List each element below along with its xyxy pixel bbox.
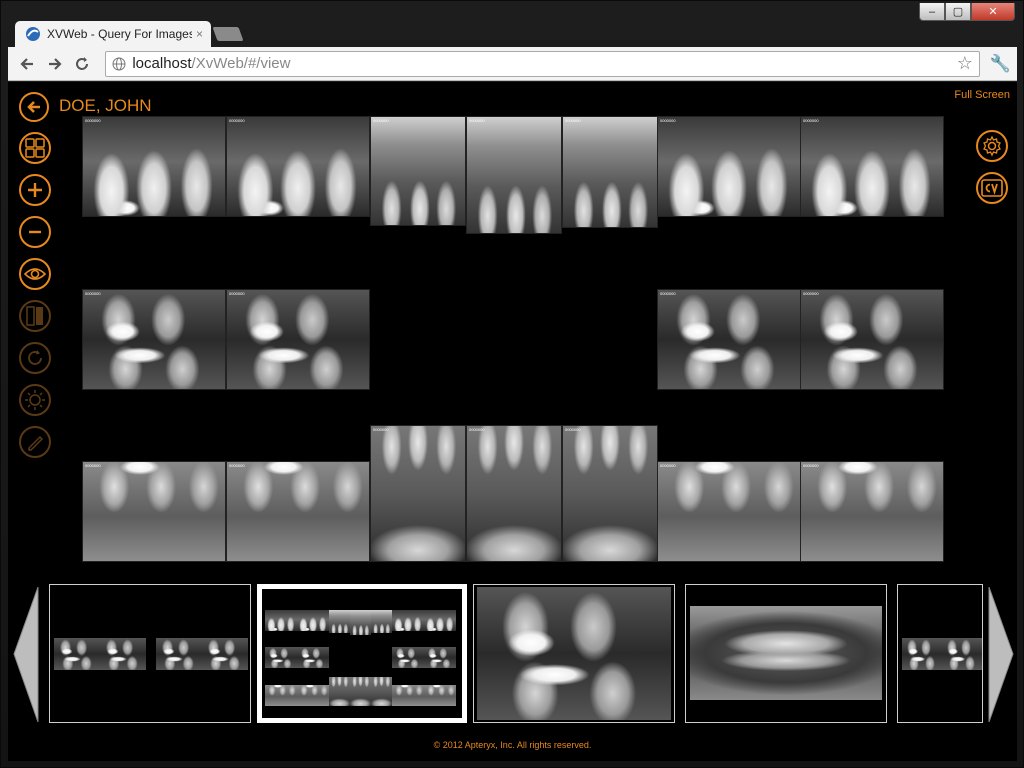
brightness-icon [25,390,45,410]
zoom-in-icon [28,183,42,197]
address-bar[interactable]: localhost /XvWeb/#/view ☆ [105,50,980,77]
url-host: localhost [132,55,192,72]
zoom-out-button[interactable] [19,216,51,248]
filmstrip-thumb-5[interactable] [897,584,983,723]
tab-close-icon[interactable]: × [196,27,203,41]
zoom-out-icon [29,230,41,234]
xray-upper-left-molar[interactable]: 0000000 [800,116,944,217]
browser-window: ‒ ▢ ✕ XVWeb - Query For Images × localho [0,0,1024,768]
full-screen-link[interactable]: Full Screen [954,89,1010,101]
filmstrip-thumb-2-selected[interactable] [257,584,467,723]
patient-name: DOE, JOHN [59,96,152,115]
xray-bitewing-left-2[interactable]: 0000000 [800,289,944,390]
url-path: /XvWeb/#/view [191,55,291,72]
xvweb-favicon-icon [26,27,40,41]
xray-upper-central[interactable]: 0000000 [466,116,562,234]
xray-lower-right-canine[interactable]: 0000000 [370,425,466,562]
back-nav-icon[interactable] [14,51,40,77]
wrench-menu-icon[interactable]: 🔧 [990,54,1011,74]
forward-nav-icon[interactable] [42,51,68,77]
rotate-button[interactable] [19,342,51,374]
maximize-button[interactable]: ▢ [945,3,971,21]
compare-icon [26,306,43,326]
new-tab-button[interactable] [212,27,244,41]
xray-lower-left-premolar[interactable]: 0000000 [657,461,801,562]
view-toggle-button[interactable] [19,258,51,290]
browser-toolbar: localhost /XvWeb/#/view ☆ 🔧 [8,47,1017,81]
left-toolbar [19,132,51,468]
gear-icon [983,135,1001,157]
minimize-button[interactable]: ‒ [919,3,945,21]
back-button[interactable] [19,92,49,122]
xray-lower-left-canine[interactable]: 0000000 [562,425,658,562]
xray-upper-right-canine[interactable]: 0000000 [370,116,466,226]
xray-lower-central[interactable]: 0000000 [466,425,562,562]
reload-icon[interactable] [70,51,96,77]
xray-upper-right-premolar[interactable]: 0000000 [226,116,370,217]
browser-tab[interactable]: XVWeb - Query For Images × [15,21,211,47]
brightness-button[interactable] [19,384,51,416]
xray-lower-left-molar[interactable]: 0000000 [800,461,944,562]
rotate-icon [28,350,42,365]
compare-button[interactable] [19,300,51,332]
copyright-footer: © 2012 Apteryx, Inc. All rights reserved… [433,740,592,750]
window-controls: ‒ ▢ ✕ [919,3,1015,21]
tab-title: XVWeb - Query For Images [47,27,192,41]
xray-bitewing-right-2[interactable]: 0000000 [226,289,370,390]
xray-upper-left-premolar[interactable]: 0000000 [657,116,801,217]
layout-grid-button[interactable] [19,132,51,164]
filmstrip-prev-arrow-icon[interactable] [12,587,40,722]
xray-bitewing-left-1[interactable]: 0000000 [657,289,801,390]
grid-icon [25,138,45,158]
xray-lower-right-premolar[interactable]: 0000000 [226,461,370,562]
bookmark-star-icon[interactable]: ☆ [957,53,973,74]
xray-upper-left-canine[interactable]: 0000000 [562,116,658,228]
cv-button[interactable] [976,172,1008,204]
right-toolbar [976,130,1008,214]
annotate-button[interactable] [19,426,51,458]
cv-logo-icon [981,179,1003,197]
filmstrip-thumb-3[interactable] [473,584,675,723]
back-arrow-icon [27,101,40,113]
close-window-button[interactable]: ✕ [971,3,1015,21]
settings-button[interactable] [976,130,1008,162]
eye-icon [24,268,46,280]
filmstrip-next-arrow-icon[interactable] [987,587,1015,722]
viewer-page: DOE, JOHN Full Screen 0000000 0000000 00… [8,82,1017,761]
xray-lower-right-molar[interactable]: 0000000 [82,461,226,562]
xray-bitewing-right-1[interactable]: 0000000 [82,289,226,390]
filmstrip-thumb-4-panoramic[interactable] [685,584,887,723]
pencil-icon [28,435,44,451]
zoom-in-button[interactable] [19,174,51,206]
globe-icon [112,57,126,70]
filmstrip-thumb-1[interactable] [49,584,251,723]
xray-upper-right-molar[interactable]: 0000000 [82,116,226,217]
